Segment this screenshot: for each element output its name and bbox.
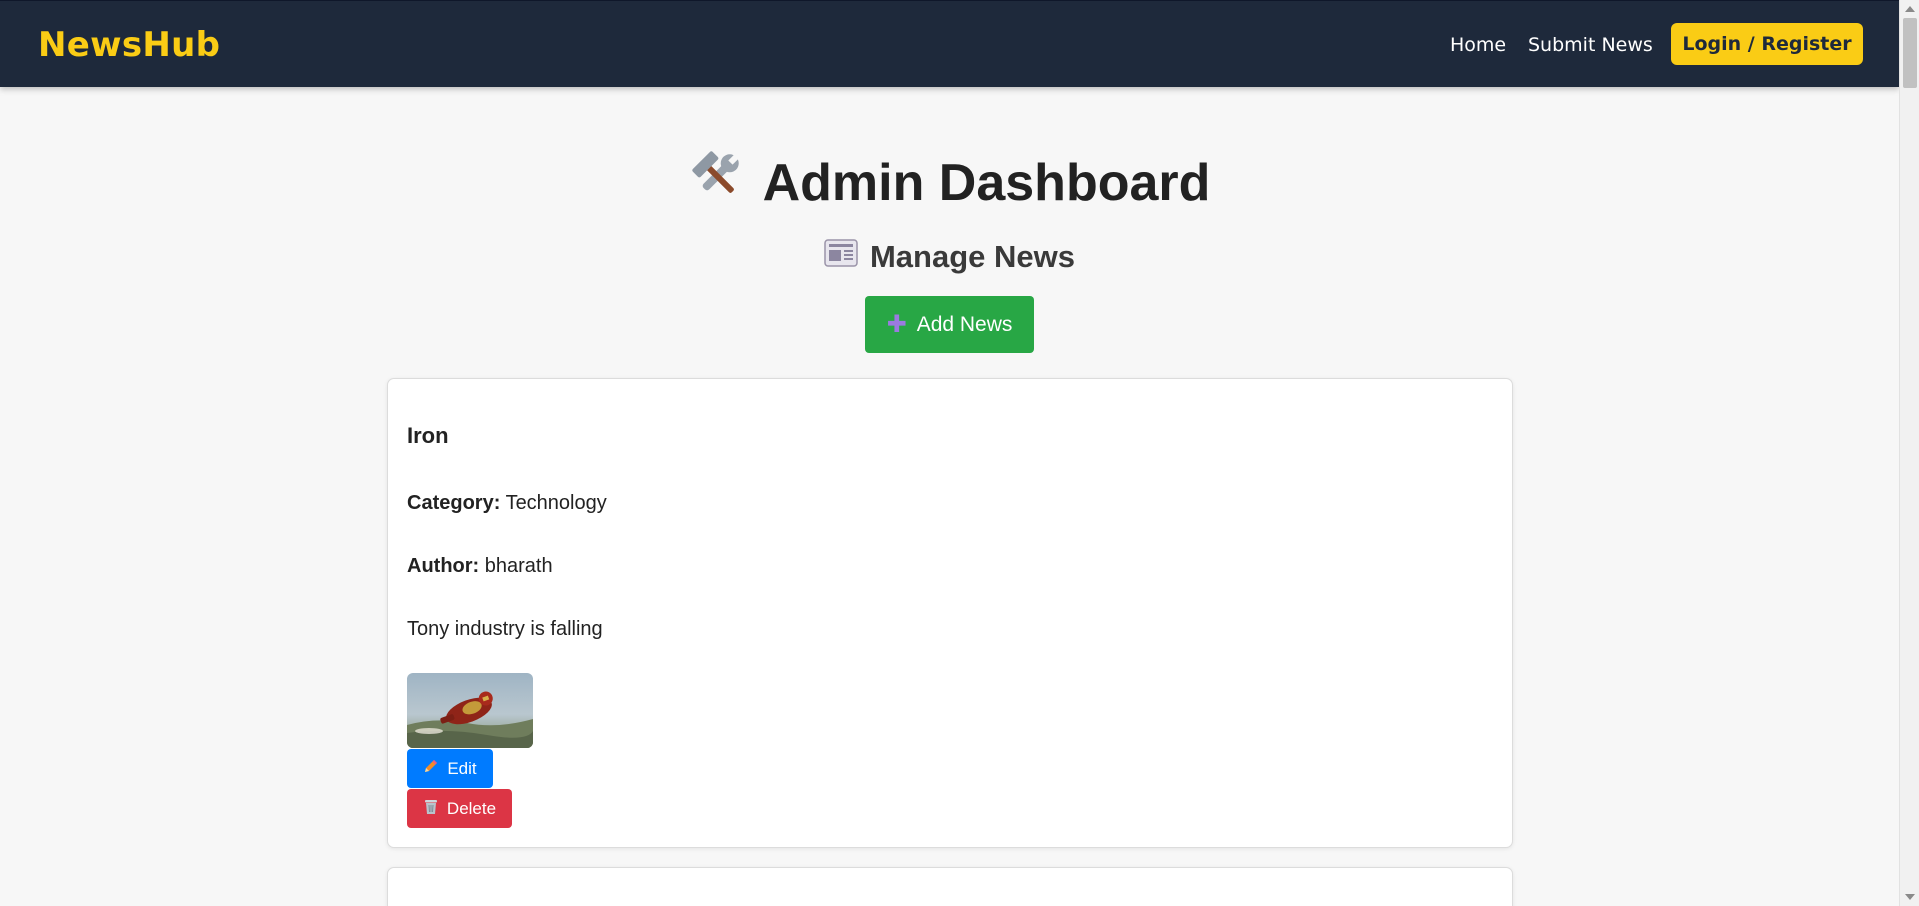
category-value: Technology — [505, 492, 607, 514]
scroll-down-arrow-icon[interactable] — [1905, 894, 1915, 900]
delete-label: Delete — [446, 798, 497, 818]
news-image — [407, 673, 533, 748]
pencil-icon — [423, 758, 439, 779]
add-news-label: Add News — [916, 312, 1013, 336]
scroll-up-arrow-icon[interactable] — [1905, 6, 1915, 12]
wastebasket-icon — [423, 798, 439, 820]
news-card — [387, 867, 1513, 906]
news-author: Author: bharath — [407, 555, 553, 578]
nav-link-submit-news[interactable]: Submit News — [1528, 34, 1653, 56]
page-scrollbar[interactable] — [1899, 0, 1919, 906]
edit-label: Edit — [447, 758, 477, 778]
news-description: Tony industry is falling — [407, 618, 603, 640]
section-title-text: Manage News — [869, 239, 1075, 274]
add-news-button[interactable]: ✚ Add News — [865, 296, 1034, 353]
section-title: Manage News — [0, 238, 1899, 276]
hammer-and-wrench-icon — [689, 150, 745, 215]
login-register-button[interactable]: Login / Register — [1671, 23, 1863, 65]
category-label: Category: — [407, 492, 501, 514]
page-title-text: Admin Dashboard — [762, 153, 1211, 212]
nav-link-home[interactable]: Home — [1450, 34, 1506, 56]
newspaper-icon — [824, 238, 858, 276]
news-card: Iron Category: Technology Author: bharat… — [387, 378, 1513, 848]
top-navbar: NewsHub Home Submit News Login / Registe… — [0, 0, 1899, 87]
scrollbar-thumb[interactable] — [1903, 18, 1917, 88]
author-label: Author: — [407, 555, 480, 577]
brand-logo[interactable]: NewsHub — [38, 25, 220, 65]
plus-icon: ✚ — [886, 310, 907, 338]
edit-button[interactable]: Edit — [407, 749, 493, 788]
page-title: Admin Dashboard — [0, 150, 1899, 215]
delete-button[interactable]: Delete — [407, 789, 512, 828]
author-value: bharath — [484, 555, 553, 577]
news-title: Iron — [407, 423, 449, 448]
news-category: Category: Technology — [407, 492, 607, 515]
